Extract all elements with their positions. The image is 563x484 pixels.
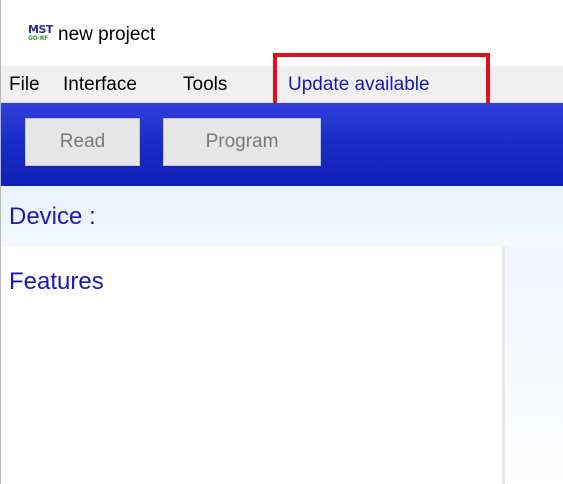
menu-bar: File Interface Tools Update available [1,66,563,103]
features-panel: Features [1,246,505,484]
features-heading: Features [9,268,104,295]
menu-interface[interactable]: Interface [63,73,137,97]
app-logo-text: MST [28,23,53,36]
toolbar: Read Program [1,103,563,186]
read-button[interactable]: Read [25,118,140,166]
title-bar: MST GO-RF new project [1,0,563,66]
menu-file[interactable]: File [9,73,40,97]
device-label: Device : [9,203,96,230]
app-logo-subtext: GO-RF [28,35,48,42]
device-header: Device : [1,186,563,246]
app-window: MST GO-RF new project File Interface Too… [0,0,563,484]
content-panel [505,246,563,484]
menu-update-available[interactable]: Update available [288,73,430,97]
program-button[interactable]: Program [163,118,321,166]
menu-tools[interactable]: Tools [183,73,227,97]
window-title: new project [58,24,156,45]
app-logo-icon: MST GO-RF [28,23,53,46]
